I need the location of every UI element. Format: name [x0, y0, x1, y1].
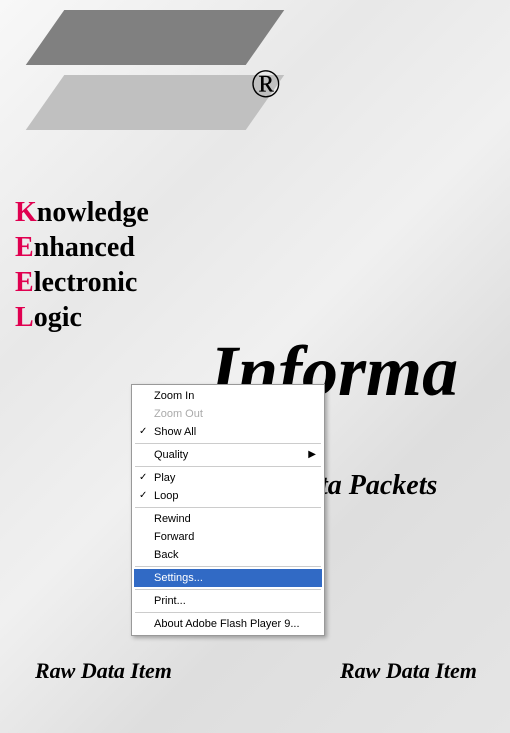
check-icon: ✓ [139, 490, 147, 501]
raw-data-left: Raw Data Item [35, 658, 172, 684]
menu-separator [135, 466, 321, 467]
menu-separator [135, 589, 321, 590]
acronym-line-3: Electronic [15, 265, 149, 300]
menu-zoom-out: Zoom Out [134, 405, 322, 423]
menu-settings[interactable]: Settings... [134, 569, 322, 587]
logo-shape-dark [26, 10, 285, 65]
menu-play-label: Play [154, 472, 175, 484]
menu-show-all[interactable]: ✓ Show All [134, 423, 322, 441]
acronym-line-1: Knowledge [15, 195, 149, 230]
submenu-arrow-icon: ▶ [308, 449, 316, 460]
raw-data-right: Raw Data Item [340, 658, 477, 684]
menu-rewind[interactable]: Rewind [134, 510, 322, 528]
logo-shape-light [26, 75, 285, 130]
menu-quality[interactable]: Quality ▶ [134, 446, 322, 464]
menu-separator [135, 443, 321, 444]
menu-zoom-in[interactable]: Zoom In [134, 387, 322, 405]
background-subtext: ta Packets [320, 470, 437, 502]
menu-play[interactable]: ✓ Play [134, 469, 322, 487]
acronym-line-2: Enhanced [15, 230, 149, 265]
menu-separator [135, 566, 321, 567]
logo-area: KEEL ® [10, 10, 265, 130]
menu-about[interactable]: About Adobe Flash Player 9... [134, 615, 322, 633]
menu-quality-label: Quality [154, 449, 188, 461]
context-menu: Zoom In Zoom Out ✓ Show All Quality ▶ ✓ … [131, 384, 325, 636]
menu-separator [135, 507, 321, 508]
menu-loop-label: Loop [154, 490, 178, 502]
menu-print[interactable]: Print... [134, 592, 322, 610]
check-icon: ✓ [139, 472, 147, 483]
acronym-line-4: Logic [15, 300, 149, 335]
menu-forward[interactable]: Forward [134, 528, 322, 546]
menu-back[interactable]: Back [134, 546, 322, 564]
menu-separator [135, 612, 321, 613]
check-icon: ✓ [139, 426, 147, 437]
trademark-icon: ® [250, 60, 280, 107]
menu-loop[interactable]: ✓ Loop [134, 487, 322, 505]
menu-show-all-label: Show All [154, 426, 196, 438]
acronym-block: Knowledge Enhanced Electronic Logic [15, 195, 149, 335]
